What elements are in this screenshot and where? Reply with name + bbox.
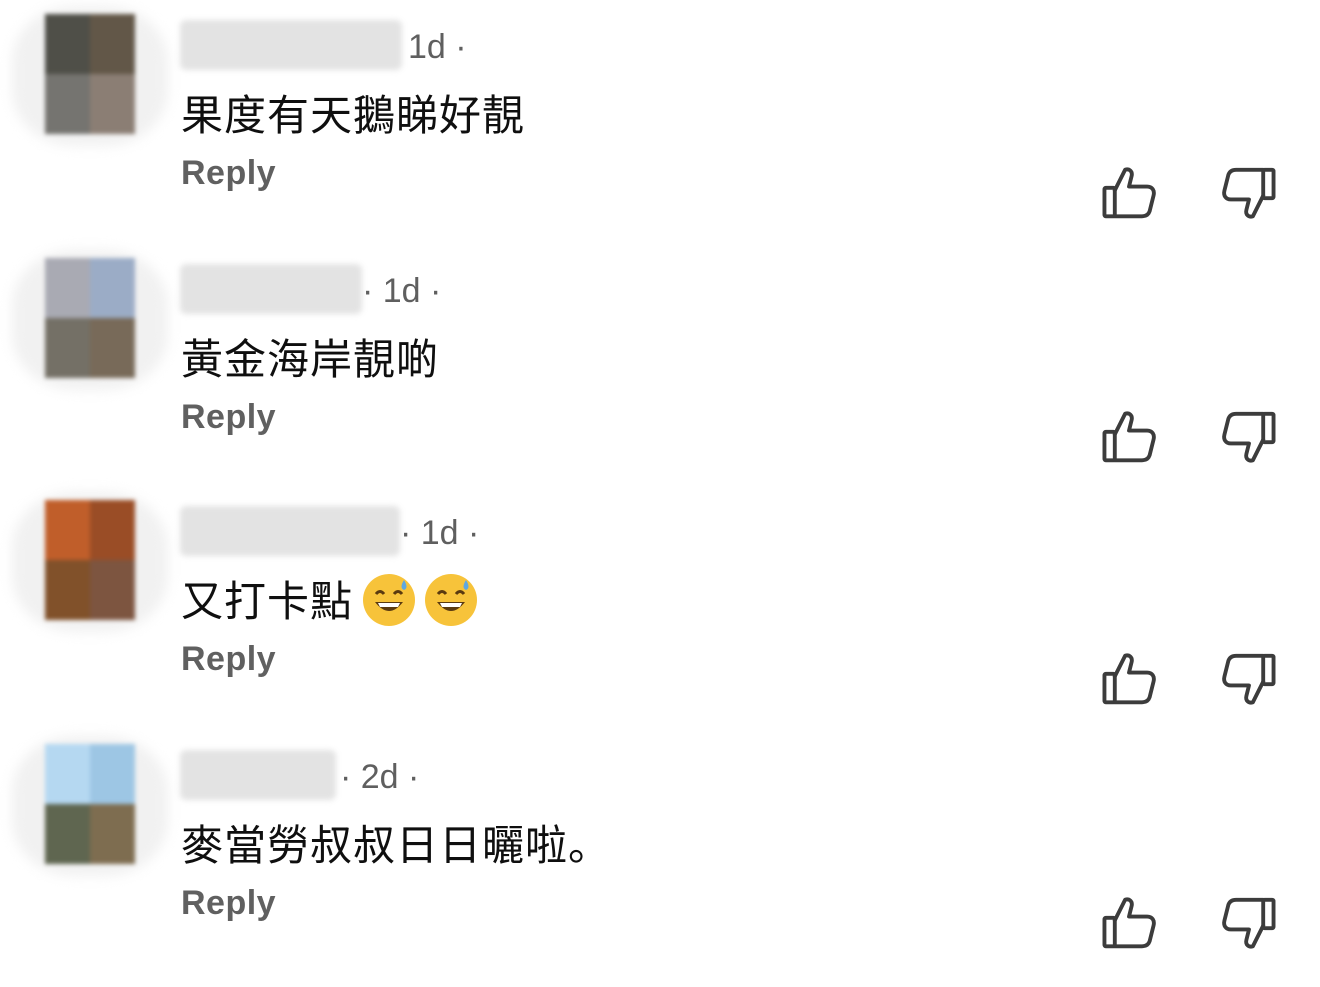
avatar-pixel <box>45 318 90 378</box>
avatar-pixel <box>90 560 135 620</box>
reply-button[interactable]: Reply <box>181 398 276 437</box>
grinning-sweat-emoji <box>363 574 416 626</box>
author-name-redacted[interactable] <box>180 750 336 800</box>
comment-text: 果度有天鵝睇好靚 <box>181 91 526 140</box>
avatar[interactable] <box>45 14 135 134</box>
avatar[interactable] <box>45 500 135 620</box>
avatar-pixel <box>90 318 135 378</box>
avatar[interactable] <box>45 744 135 864</box>
avatar-pixel <box>90 14 135 74</box>
grinning-sweat-emoji <box>425 574 478 626</box>
author-name-redacted[interactable] <box>180 20 402 70</box>
comment-time: · 2d · <box>340 758 420 796</box>
thumbs-up-icon[interactable] <box>1098 892 1160 954</box>
avatar[interactable] <box>45 258 135 378</box>
avatar-pixel <box>45 500 90 560</box>
comment-time: · 1d · <box>362 272 442 310</box>
comment-item: · 2d · 麥當勞叔叔日日曬啦。 Reply <box>0 736 1320 987</box>
avatar-pixel <box>45 74 90 134</box>
thumbs-down-icon[interactable] <box>1218 406 1280 468</box>
avatar-pixel <box>90 500 135 560</box>
comment-time: · 1d · <box>400 514 480 552</box>
avatar-pixel <box>45 744 90 804</box>
avatar-pixel <box>90 744 135 804</box>
author-name-redacted[interactable] <box>180 506 400 556</box>
thumbs-down-icon[interactable] <box>1218 648 1280 710</box>
thumbs-up-icon[interactable] <box>1098 648 1160 710</box>
comment-text: 麥當勞叔叔日日曬啦。 <box>181 821 612 870</box>
avatar-pixel <box>90 74 135 134</box>
reply-button[interactable]: Reply <box>181 154 276 193</box>
avatar-pixel <box>45 560 90 620</box>
thumbs-down-icon[interactable] <box>1218 162 1280 224</box>
thumbs-down-icon[interactable] <box>1218 892 1280 954</box>
thumbs-up-icon[interactable] <box>1098 406 1160 468</box>
avatar-pixel <box>45 14 90 74</box>
avatar-pixel <box>90 258 135 318</box>
comment-item: 1d · 果度有天鵝睇好靚 Reply <box>0 6 1320 257</box>
avatar-pixel <box>90 804 135 864</box>
reply-button[interactable]: Reply <box>181 884 276 923</box>
comment-time: 1d · <box>408 28 467 66</box>
thumbs-up-icon[interactable] <box>1098 162 1160 224</box>
comment-item: · 1d · 黃金海岸靚啲 Reply <box>0 250 1320 501</box>
comment-text: 黃金海岸靚啲 <box>181 335 440 384</box>
avatar-pixel <box>45 258 90 318</box>
reply-button[interactable]: Reply <box>181 640 276 679</box>
comment-text-content: 又打卡點 <box>181 577 354 626</box>
avatar-pixel <box>45 804 90 864</box>
comment-text: 又打卡點 <box>181 568 478 629</box>
author-name-redacted[interactable] <box>180 264 362 314</box>
comment-item: · 1d · 又打卡點 Reply <box>0 492 1320 743</box>
